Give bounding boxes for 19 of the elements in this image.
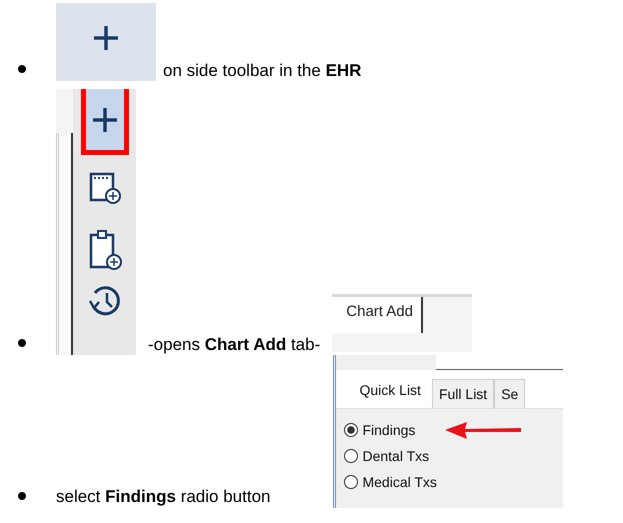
instruction-text: -opens Chart Add tab-	[148, 335, 320, 355]
tab[interactable]: Chart Add	[332, 297, 423, 333]
add-button[interactable]	[56, 3, 156, 81]
radio-button[interactable]	[344, 449, 358, 463]
radio-button[interactable]	[344, 475, 358, 489]
instruction-text: on side toolbar in the EHR	[163, 61, 362, 81]
tab[interactable]: Full List	[432, 379, 494, 408]
tab[interactable]: Se	[494, 379, 526, 408]
radio-label: Dental Txs	[362, 448, 430, 464]
radio-label: Findings	[362, 422, 416, 438]
bullet-icon	[18, 492, 26, 500]
radio-label: Medical Txs	[362, 474, 437, 490]
instruction-text: select Findings radio button	[56, 487, 270, 507]
bullet-icon	[18, 65, 26, 73]
bullet-icon	[18, 339, 26, 347]
clipboard-plus-icon	[88, 229, 122, 271]
toolbar-button[interactable]	[80, 89, 128, 155]
calendar-plus-icon	[88, 171, 122, 205]
radio-button[interactable]	[344, 423, 358, 437]
